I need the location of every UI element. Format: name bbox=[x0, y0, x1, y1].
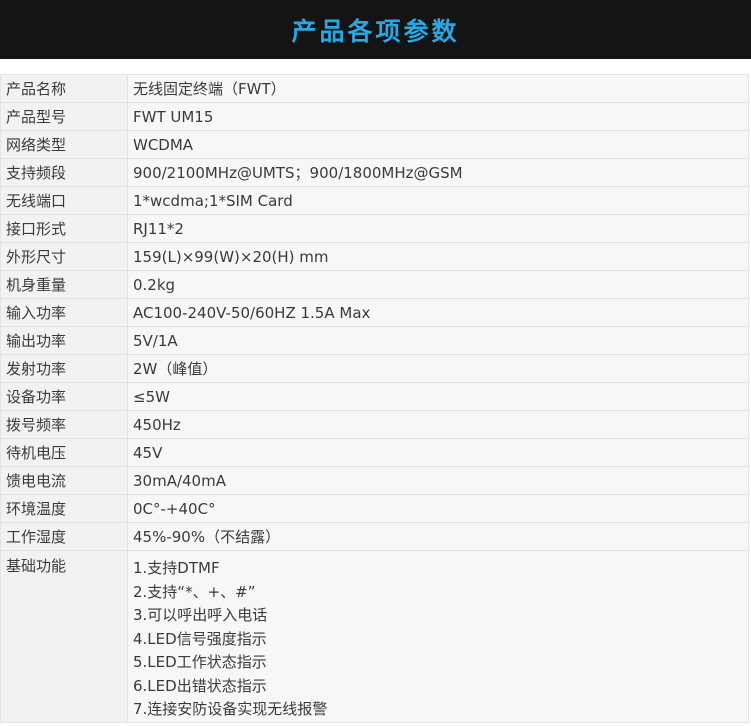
table-row: 机身重量 0.2kg bbox=[0, 270, 749, 299]
spec-label: 支持频段 bbox=[0, 158, 128, 187]
spec-value: 0C°-+40C° bbox=[127, 494, 749, 523]
spec-label: 外形尺寸 bbox=[0, 242, 128, 271]
spec-label: 输出功率 bbox=[0, 326, 128, 355]
table-row: 支持频段 900/2100MHz@UMTS；900/1800MHz@GSM bbox=[0, 158, 749, 187]
spec-label: 设备功率 bbox=[0, 382, 128, 411]
spec-label: 基础功能 bbox=[0, 550, 128, 723]
table-row: 输入功率 AC100-240V-50/60HZ 1.5A Max bbox=[0, 298, 749, 327]
feature-item: 1.支持DTMF bbox=[133, 559, 220, 577]
table-row: 无线端口 1*wcdma;1*SIM Card bbox=[0, 186, 749, 215]
feature-item: 7.连接安防设备实现无线报警 bbox=[133, 700, 328, 718]
table-row: 待机电压 45V bbox=[0, 438, 749, 467]
table-row: 输出功率 5V/1A bbox=[0, 326, 749, 355]
spec-label: 产品型号 bbox=[0, 102, 128, 131]
spec-value: 45V bbox=[127, 438, 749, 467]
spec-label: 输入功率 bbox=[0, 298, 128, 327]
table-row: 馈电电流 30mA/40mA bbox=[0, 466, 749, 495]
table-row: 接口形式 RJ11*2 bbox=[0, 214, 749, 243]
spec-value: RJ11*2 bbox=[127, 214, 749, 243]
page-title: 产品各项参数 bbox=[291, 16, 460, 46]
feature-item: 2.支持“*、+、#” bbox=[133, 582, 256, 601]
spec-label: 馈电电流 bbox=[0, 466, 128, 495]
spec-label: 无线端口 bbox=[0, 186, 128, 215]
spec-label: 发射功率 bbox=[0, 354, 128, 383]
table-row: 环境温度 0C°-+40C° bbox=[0, 494, 749, 523]
table-row: 发射功率 2W（峰值） bbox=[0, 354, 749, 383]
spec-value: WCDMA bbox=[127, 130, 749, 159]
spec-value: 900/2100MHz@UMTS；900/1800MHz@GSM bbox=[127, 158, 749, 187]
feature-list: 1.支持DTMF 2.支持“*、+、#” 3.可以呼出呼入电话 4.LED信号强… bbox=[127, 550, 749, 723]
spec-value: 0.2kg bbox=[127, 270, 749, 299]
spec-value: AC100-240V-50/60HZ 1.5A Max bbox=[127, 298, 749, 327]
spec-label: 机身重量 bbox=[0, 270, 128, 299]
table-row: 拨号频率 450Hz bbox=[0, 410, 749, 439]
feature-item: 3.可以呼出呼入电话 bbox=[133, 606, 268, 624]
feature-item: 5.LED工作状态指示 bbox=[133, 653, 267, 671]
spec-value: ≤5W bbox=[127, 382, 749, 411]
spec-value: 159(L)×99(W)×20(H) mm bbox=[127, 242, 749, 271]
table-row: 产品型号 FWT UM15 bbox=[0, 102, 749, 131]
spec-label: 产品名称 bbox=[0, 74, 128, 103]
spec-value: 5V/1A bbox=[127, 326, 749, 355]
spec-value: 2W（峰值） bbox=[127, 354, 749, 383]
spec-label: 工作湿度 bbox=[0, 522, 128, 551]
table-row: 外形尺寸 159(L)×99(W)×20(H) mm bbox=[0, 242, 749, 271]
spec-table: 产品名称 无线固定终端（FWT） 产品型号 FWT UM15 网络类型 WCDMA 支… bbox=[0, 74, 749, 723]
table-row: 设备功率 ≤5W bbox=[0, 382, 749, 411]
feature-item: 4.LED信号强度指示 bbox=[133, 629, 267, 648]
spec-label: 待机电压 bbox=[0, 438, 128, 467]
table-row: 工作湿度 45%-90%（不结露） bbox=[0, 522, 749, 551]
table-row: 基础功能 1.支持DTMF 2.支持“*、+、#” 3.可以呼出呼入电话 4.L… bbox=[0, 550, 749, 723]
spec-value: 1*wcdma;1*SIM Card bbox=[127, 186, 749, 215]
spec-label: 接口形式 bbox=[0, 214, 128, 243]
spec-value: FWT UM15 bbox=[127, 102, 749, 131]
spec-label: 环境温度 bbox=[0, 494, 128, 523]
spec-value: 45%-90%（不结露） bbox=[127, 522, 749, 551]
table-row: 网络类型 WCDMA bbox=[0, 130, 749, 159]
feature-item: 6.LED出错状态指示 bbox=[133, 676, 267, 695]
spec-label: 网络类型 bbox=[0, 130, 128, 159]
spec-value: 450Hz bbox=[127, 410, 749, 439]
spec-label: 拨号频率 bbox=[0, 410, 128, 439]
spec-value: 无线固定终端（FWT） bbox=[127, 74, 749, 103]
spacer bbox=[0, 59, 751, 73]
header-banner: 产品各项参数 bbox=[0, 0, 751, 59]
spec-value: 30mA/40mA bbox=[127, 466, 749, 495]
table-row: 产品名称 无线固定终端（FWT） bbox=[0, 74, 749, 103]
